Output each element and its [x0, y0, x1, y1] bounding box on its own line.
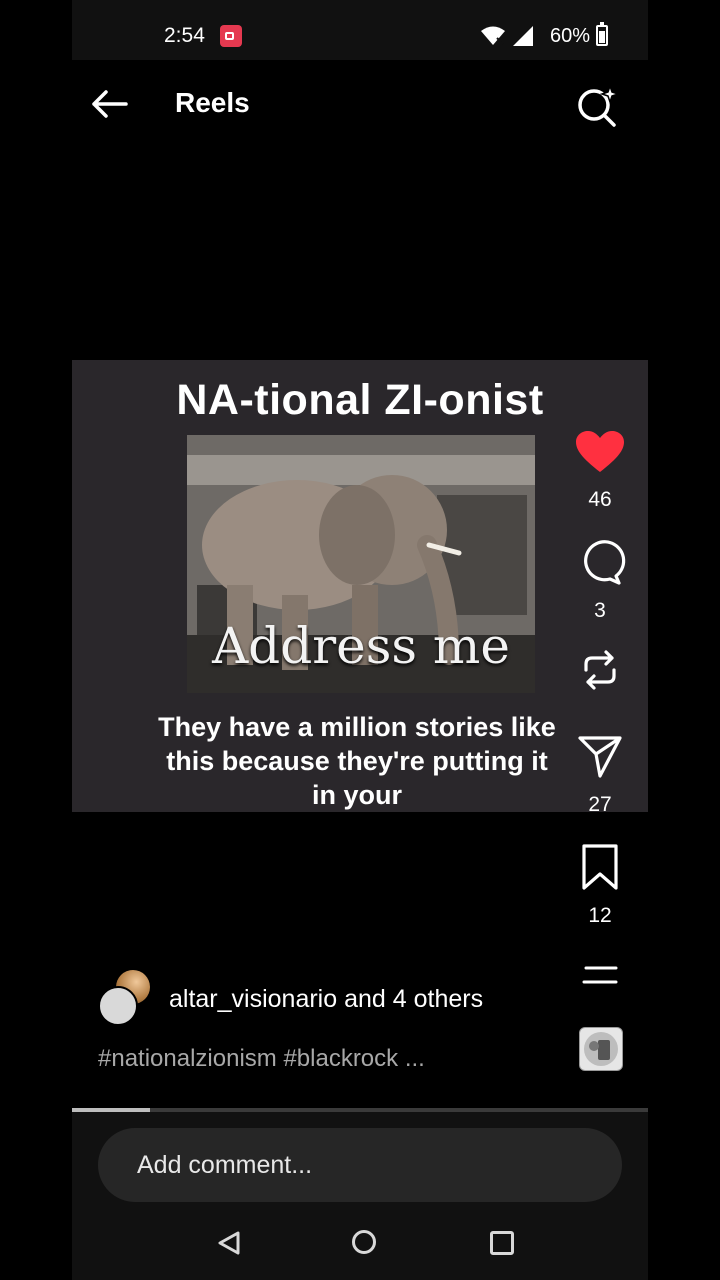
image-overlay-text: Address me [212, 617, 510, 675]
audio-thumbnail[interactable] [579, 1027, 623, 1071]
comment-input[interactable]: Add comment... [98, 1128, 622, 1202]
more-lines-icon[interactable] [572, 956, 628, 1004]
others-count[interactable]: 4 others [393, 985, 483, 1013]
heart-icon[interactable] [572, 428, 628, 476]
username[interactable]: altar_visionario [169, 985, 337, 1013]
wifi-icon [481, 26, 505, 45]
save-count: 12 [588, 904, 612, 927]
video-caption: They have a million stories like this be… [158, 712, 556, 810]
signal-icon [513, 26, 533, 46]
comment-count: 3 [594, 599, 606, 622]
sparkle-search-icon[interactable] [574, 82, 620, 128]
like-count: 46 [588, 488, 612, 511]
nav-recents-icon[interactable] [490, 1231, 514, 1255]
screen-record-icon [220, 25, 242, 47]
video-title-text: NA-tional ZI-onist [176, 376, 544, 424]
status-time: 2:54 [164, 24, 205, 47]
elephant-image: Address me [187, 435, 535, 693]
repost-icon[interactable] [572, 646, 628, 694]
status-bar: 2:54 60% [72, 0, 648, 60]
bottom-bar: Add comment... [72, 1112, 648, 1280]
liker-avatars[interactable] [98, 970, 158, 1026]
and-text: and [344, 985, 386, 1013]
page-title: Reels [175, 87, 250, 118]
nav-back-icon[interactable] [216, 1230, 242, 1256]
audio-thumb-icon [584, 1032, 618, 1066]
nav-home-icon[interactable] [352, 1230, 376, 1254]
share-count: 27 [588, 793, 612, 816]
reel-video[interactable]: NA-tional ZI-onist Address me They have … [72, 360, 648, 812]
bookmark-icon[interactable] [572, 843, 628, 891]
hashtags[interactable]: #nationalzionism #blackrock ... [98, 1045, 425, 1073]
back-arrow-icon[interactable] [88, 84, 132, 124]
avatar-front [98, 986, 138, 1026]
phone-screen: 2:54 60% Reels NA-tional ZI-onist Addres… [72, 0, 648, 1280]
battery-percent: 60% [550, 25, 591, 47]
comment-icon[interactable] [572, 538, 628, 586]
send-icon[interactable] [572, 732, 628, 780]
battery-icon [596, 22, 608, 46]
liked-by-text[interactable]: altar_visionario and 4 others [169, 985, 483, 1014]
comment-placeholder: Add comment... [137, 1151, 313, 1179]
